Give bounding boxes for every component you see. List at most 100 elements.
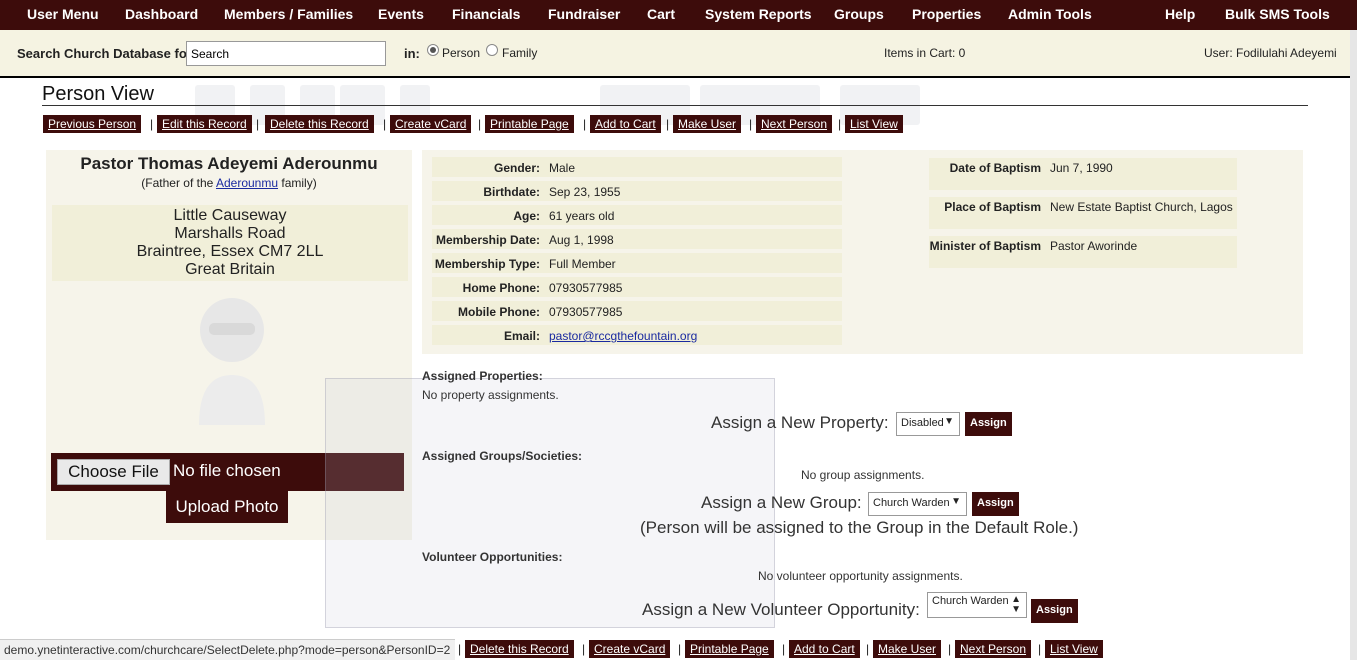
detail-label: Age: xyxy=(513,209,540,223)
person-name: Pastor Thomas Adeyemi Aderounmu xyxy=(80,154,378,173)
list-view-button-bottom[interactable]: List View xyxy=(1045,640,1103,658)
nav-events[interactable]: Events xyxy=(378,6,424,22)
nav-properties[interactable]: Properties xyxy=(912,6,981,22)
person-radio[interactable] xyxy=(427,44,439,56)
nav-user-menu[interactable]: User Menu xyxy=(27,6,99,22)
property-select[interactable]: Disabled ▼ xyxy=(896,412,960,436)
family-suffix: family) xyxy=(281,176,317,190)
nav-dashboard[interactable]: Dashboard xyxy=(125,6,198,22)
assign-volunteer-button[interactable]: Assign xyxy=(1031,599,1078,623)
baptism-value: Jun 7, 1990 xyxy=(1050,161,1113,175)
page-title: Person View xyxy=(42,83,154,105)
upload-photo-button[interactable]: Upload Photo xyxy=(166,491,288,523)
choose-file-button[interactable]: Choose File xyxy=(57,459,170,485)
separator: | xyxy=(749,117,753,131)
property-select-value: Disabled xyxy=(901,417,944,429)
detail-value: 61 years old xyxy=(549,209,615,223)
edit-record-button[interactable]: Edit this Record xyxy=(157,115,252,133)
detail-label: Email: xyxy=(503,329,540,343)
properties-empty: No property assignments. xyxy=(422,388,559,402)
groups-empty: No group assignments. xyxy=(801,468,925,482)
detail-label: Birthdate: xyxy=(483,185,540,199)
separator: | xyxy=(383,117,387,131)
detail-value: 07930577985 xyxy=(549,281,623,295)
volunteer-empty: No volunteer opportunity assignments. xyxy=(758,569,963,583)
family-link[interactable]: Aderounmu xyxy=(216,176,278,190)
nav-members-families[interactable]: Members / Families xyxy=(224,6,353,22)
detail-label: Home Phone: xyxy=(462,281,540,295)
search-bar: Search Church Database for: in: Person F… xyxy=(0,30,1357,78)
group-select[interactable]: Church Warden ▼ xyxy=(868,492,967,516)
detail-value: Sep 23, 1955 xyxy=(549,185,621,199)
separator: | xyxy=(583,117,587,131)
printable-page-button-bottom[interactable]: Printable Page xyxy=(685,640,774,658)
nav-cart[interactable]: Cart xyxy=(647,6,675,22)
nav-fundraiser[interactable]: Fundraiser xyxy=(548,6,620,22)
detail-value: 07930577985 xyxy=(549,305,623,319)
chevron-down-icon: ▼ xyxy=(951,496,961,507)
family-radio-label: Family xyxy=(502,46,538,60)
volunteer-select[interactable]: Church Warden ▲ ▼ xyxy=(927,592,1027,618)
family-prefix: (Father of the xyxy=(141,176,214,190)
cart-count: Items in Cart: 0 xyxy=(884,46,966,60)
separator: | xyxy=(458,642,462,656)
chevron-down-icon: ▼ xyxy=(944,416,954,427)
baptism-value: New Estate Baptist Church, Lagos xyxy=(1050,200,1233,214)
create-vcard-button[interactable]: Create vCard xyxy=(390,115,472,133)
create-vcard-button-bottom[interactable]: Create vCard xyxy=(589,640,671,658)
delete-record-button-bottom[interactable]: Delete this Record xyxy=(465,640,574,658)
family-radio[interactable] xyxy=(486,44,498,56)
separator: | xyxy=(666,117,670,131)
assign-group-button[interactable]: Assign xyxy=(972,492,1019,516)
make-user-button-bottom[interactable]: Make User xyxy=(873,640,942,658)
nav-help[interactable]: Help xyxy=(1165,6,1195,22)
nav-bulk-sms-tools[interactable]: Bulk SMS Tools xyxy=(1225,6,1330,22)
volunteer-select-value: Church Warden xyxy=(932,595,1009,607)
spinner-arrows-icon: ▲ ▼ xyxy=(1011,594,1021,615)
separator: | xyxy=(838,117,842,131)
separator: | xyxy=(478,117,482,131)
volunteer-heading: Volunteer Opportunities: xyxy=(422,550,563,564)
add-to-cart-button-bottom[interactable]: Add to Cart xyxy=(789,640,860,658)
avatar-placeholder-icon xyxy=(199,298,265,425)
nav-system-reports[interactable]: System Reports xyxy=(705,6,812,22)
detail-value: Full Member xyxy=(549,257,616,271)
search-label: Search Church Database for: xyxy=(17,46,197,61)
nav-financials[interactable]: Financials xyxy=(452,6,520,22)
baptism-label: Date of Baptism xyxy=(949,161,1041,175)
assign-group-label: Assign a New Group: xyxy=(701,493,862,512)
delete-record-button[interactable]: Delete this Record xyxy=(265,115,374,133)
printable-page-button[interactable]: Printable Page xyxy=(485,115,574,133)
previous-person-button[interactable]: Previous Person xyxy=(43,115,142,133)
page-scrollbar[interactable] xyxy=(1350,30,1357,660)
detail-label: Mobile Phone: xyxy=(458,305,540,319)
search-input[interactable] xyxy=(186,41,386,66)
detail-label: Gender: xyxy=(493,161,540,175)
separator: | xyxy=(948,642,952,656)
nav-groups[interactable]: Groups xyxy=(834,6,884,22)
top-nav: User Menu Dashboard Members / Families E… xyxy=(0,0,1357,30)
separator: | xyxy=(1038,642,1042,656)
person-radio-label: Person xyxy=(442,46,481,60)
address-line: Marshalls Road xyxy=(174,225,286,242)
assign-property-label: Assign a New Property: xyxy=(711,413,889,432)
address-line: Braintree, Essex CM7 2LL xyxy=(136,243,324,260)
separator: | xyxy=(256,117,260,131)
make-user-button[interactable]: Make User xyxy=(673,115,742,133)
baptism-value: Pastor Aworinde xyxy=(1050,239,1138,253)
separator: | xyxy=(582,642,586,656)
detail-value: Aug 1, 1998 xyxy=(549,233,614,247)
baptism-label: Minister of Baptism xyxy=(929,239,1041,253)
list-view-button[interactable]: List View xyxy=(845,115,903,133)
add-to-cart-button[interactable]: Add to Cart xyxy=(590,115,661,133)
baptism-label: Place of Baptism xyxy=(944,200,1041,214)
separator: | xyxy=(866,642,870,656)
nav-admin-tools[interactable]: Admin Tools xyxy=(1008,6,1092,22)
address-line: Little Causeway xyxy=(173,207,287,224)
email-link[interactable]: pastor@rccgthefountain.org xyxy=(549,329,697,343)
next-person-button[interactable]: Next Person xyxy=(756,115,833,133)
assign-property-button[interactable]: Assign xyxy=(965,412,1012,436)
group-select-value: Church Warden xyxy=(873,497,950,509)
file-status: No file chosen xyxy=(173,461,281,480)
next-person-button-bottom[interactable]: Next Person xyxy=(955,640,1032,658)
